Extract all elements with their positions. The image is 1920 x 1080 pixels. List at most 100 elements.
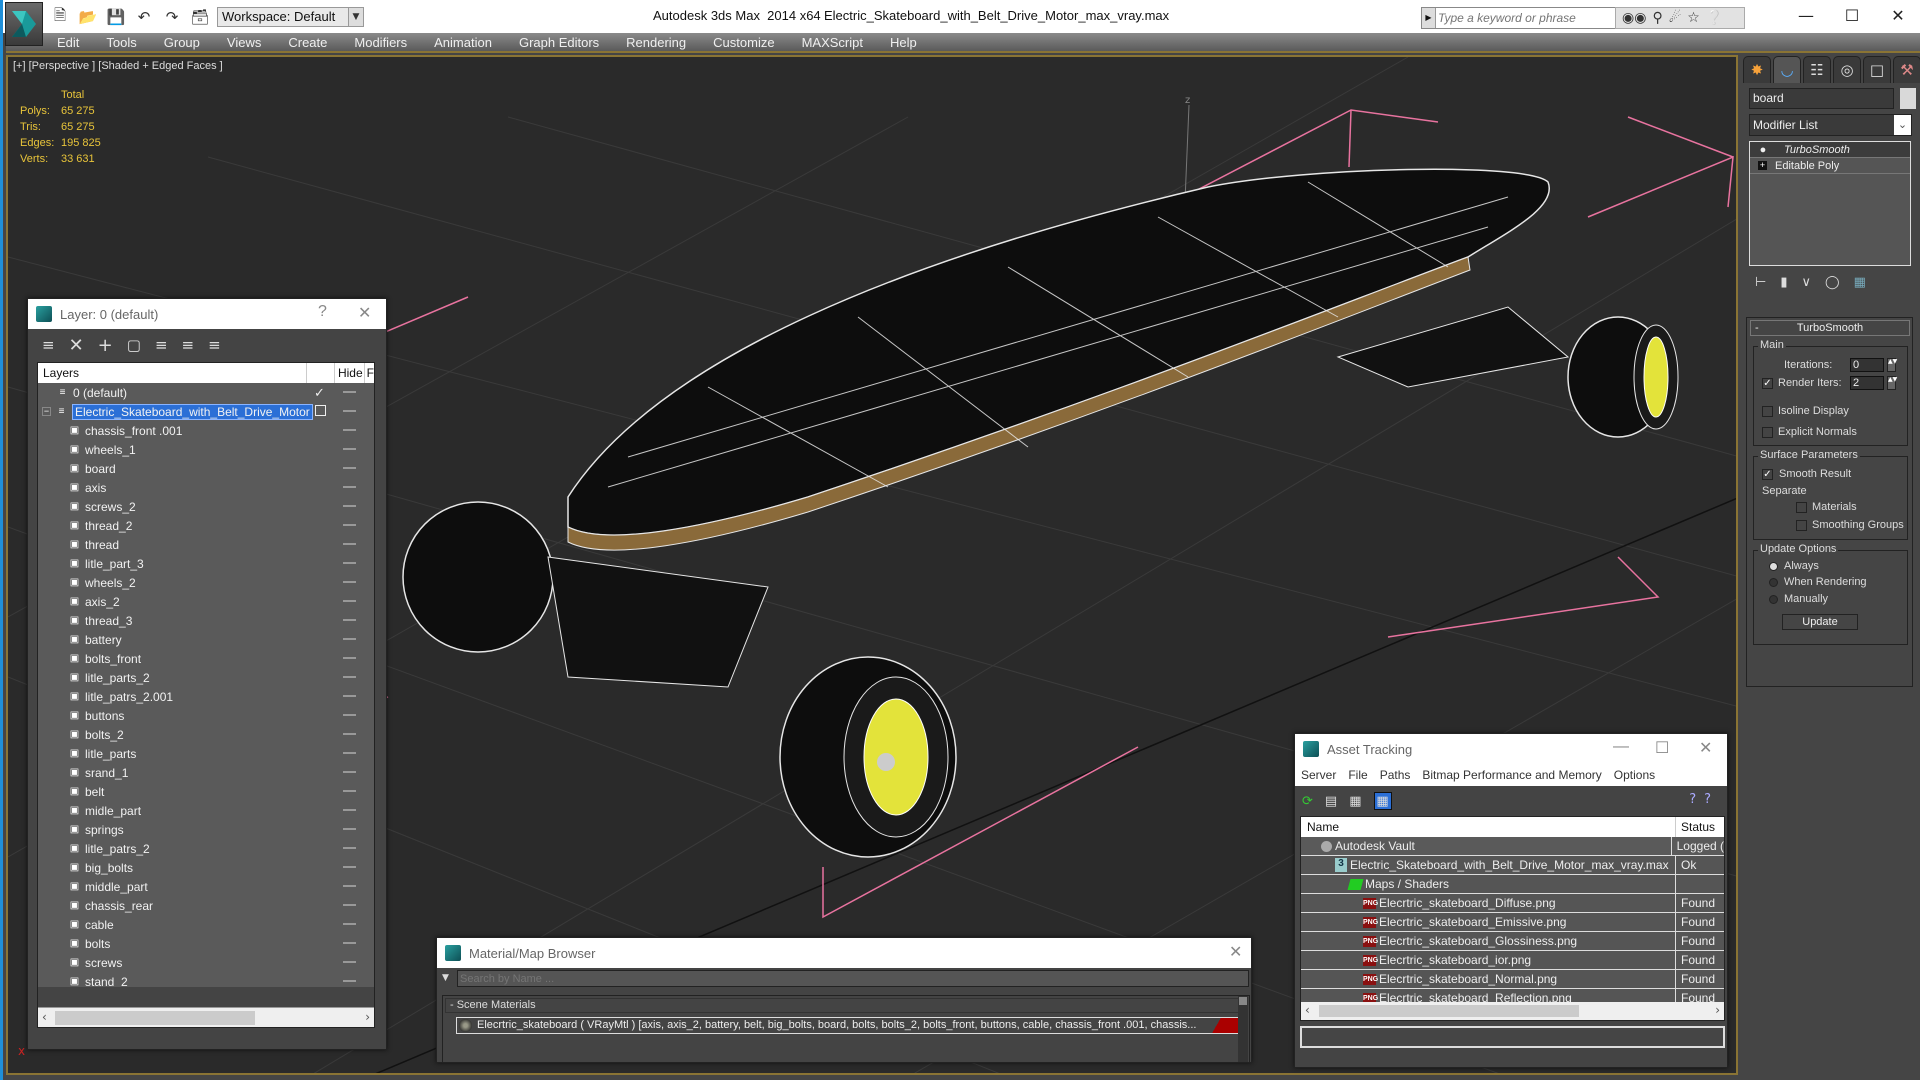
asset-row[interactable]: PNG Elecrtric_skateboard_Diffuse.png Found <box>1301 894 1724 913</box>
layer-object-row[interactable]: ▣ springs <box>38 820 374 839</box>
configure-sets-icon[interactable]: ▦ <box>1854 275 1866 290</box>
maximize-button[interactable]: ☐ <box>1655 738 1669 758</box>
filter-options-icon[interactable]: ▼ <box>442 973 449 983</box>
menu-rendering[interactable]: Rendering <box>626 35 686 50</box>
vertical-scrollbar[interactable] <box>1238 996 1248 1062</box>
menu-animation[interactable]: Animation <box>434 35 492 50</box>
expand-icon[interactable]: + <box>1758 161 1767 170</box>
layer-object-row[interactable]: ▣ litle_patrs_2 <box>38 839 374 858</box>
menu-bitmap-performance[interactable]: Bitmap Performance and Memory <box>1422 768 1601 782</box>
hide-toggle[interactable] <box>343 600 356 602</box>
pin-stack-icon[interactable]: ⊢ <box>1755 275 1766 290</box>
layer-object-row[interactable]: ▣ bolts <box>38 934 374 953</box>
update-always-radio[interactable] <box>1769 562 1778 571</box>
select-objects-icon[interactable]: ▢ <box>127 336 141 354</box>
layer-object-row[interactable]: ▣ bolts_front <box>38 649 374 668</box>
modifier-editable-poly[interactable]: + Editable Poly <box>1750 158 1910 174</box>
update-when-rendering-radio[interactable] <box>1769 578 1778 587</box>
hide-toggle[interactable] <box>343 467 356 469</box>
layer-object-row[interactable]: ▣ litle_part_3 <box>38 554 374 573</box>
layer-object-row[interactable]: ▣ chassis_rear <box>38 896 374 915</box>
hide-toggle[interactable] <box>343 638 356 640</box>
smoothing-groups-checkbox[interactable] <box>1796 520 1807 531</box>
menu-views[interactable]: Views <box>227 35 261 50</box>
layer-row-skateboard[interactable]: − ≡ Electric_Skateboard_with_Belt_Drive_… <box>38 402 374 421</box>
update-manually-radio[interactable] <box>1769 595 1778 604</box>
menu-server[interactable]: Server <box>1301 768 1336 782</box>
layer-object-row[interactable]: ▣ wheels_1 <box>38 440 374 459</box>
current-layer-checkbox[interactable] <box>315 405 326 416</box>
remove-modifier-icon[interactable]: ◯ <box>1825 275 1840 290</box>
render-iters-checkbox[interactable]: ✓ <box>1762 378 1773 389</box>
isoline-display-checkbox[interactable] <box>1762 406 1773 417</box>
lightbulb-icon[interactable]: ● <box>1750 144 1776 156</box>
satellite-icon[interactable]: ☄ <box>1669 10 1682 26</box>
star-icon[interactable]: ☆ <box>1687 10 1700 26</box>
key-icon[interactable]: ⚲ <box>1652 10 1662 26</box>
hide-toggle[interactable] <box>343 448 356 450</box>
hide-toggle[interactable] <box>343 809 356 811</box>
layer-object-row[interactable]: ▣ board <box>38 459 374 478</box>
tab-create[interactable]: ✸ <box>1743 56 1771 83</box>
help-icon[interactable]: ❔ <box>1706 10 1723 26</box>
delete-layer-icon[interactable]: ✕ <box>69 335 84 356</box>
create-layer-icon[interactable]: ≡ <box>42 336 55 354</box>
scroll-left-icon[interactable]: ‹ <box>42 1010 47 1024</box>
workspace-dropdown[interactable]: Workspace: Default ▼ <box>217 7 362 27</box>
render-iters-spinner[interactable]: 2 <box>1850 376 1884 390</box>
hide-toggle[interactable] <box>343 733 356 735</box>
layer-object-row[interactable]: ▣ wheels_2 <box>38 573 374 592</box>
layer-object-row[interactable]: ▣ litle_parts_2 <box>38 668 374 687</box>
hide-toggle[interactable] <box>343 657 356 659</box>
menu-tools[interactable]: Tools <box>106 35 136 50</box>
scroll-right-icon[interactable]: › <box>1715 1003 1720 1017</box>
materials-checkbox[interactable] <box>1796 502 1807 513</box>
hide-toggle[interactable] <box>343 885 356 887</box>
close-button[interactable]: ✕ <box>1875 2 1920 30</box>
collapse-icon[interactable]: − <box>42 407 51 416</box>
layer-object-row[interactable]: ▣ middle_part <box>38 877 374 896</box>
hide-toggle[interactable] <box>343 771 356 773</box>
hide-toggle[interactable] <box>343 391 356 393</box>
hide-toggle[interactable] <box>343 752 356 754</box>
layer-object-row[interactable]: ▣ screws_2 <box>38 497 374 516</box>
modifier-turbosmooth[interactable]: ● TurboSmooth <box>1750 142 1910 158</box>
layer-object-row[interactable]: ▣ battery <box>38 630 374 649</box>
scrollbar-thumb[interactable] <box>1239 997 1247 1005</box>
help-button[interactable]: ? <box>318 303 327 321</box>
column-layers[interactable]: Layers <box>38 363 308 383</box>
column-status[interactable]: Status <box>1676 817 1715 837</box>
asset-row[interactable]: PNG Elecrtric_skateboard_Glossiness.png Fo… <box>1301 932 1724 951</box>
menu-help[interactable]: Help <box>890 35 917 50</box>
hide-toggle[interactable] <box>343 410 356 412</box>
hide-toggle[interactable] <box>343 847 356 849</box>
menu-paths[interactable]: Paths <box>1380 768 1411 782</box>
asset-row[interactable]: Autodesk Vault Logged ( <box>1301 837 1724 856</box>
hide-toggle[interactable] <box>343 581 356 583</box>
object-color-swatch[interactable] <box>1900 88 1916 109</box>
table-view-icon[interactable]: ▦ <box>1373 792 1392 810</box>
scrollbar-thumb[interactable] <box>1319 1005 1579 1017</box>
material-item[interactable]: Elecrtric_skateboard ( VRayMtl ) [axis, … <box>456 1017 1243 1034</box>
new-file-icon[interactable]: 🗎 <box>49 6 71 27</box>
menu-edit[interactable]: Edit <box>57 35 79 50</box>
project-folder-icon[interactable]: 🗃 <box>189 7 211 27</box>
show-end-result-icon[interactable]: ▮ <box>1780 275 1787 290</box>
hide-toggle[interactable] <box>343 695 356 697</box>
layer-object-row[interactable]: ▣ bolts_2 <box>38 725 374 744</box>
hide-toggle[interactable] <box>343 828 356 830</box>
column-freeze[interactable]: F <box>365 363 374 383</box>
iterations-spinner[interactable]: 0 <box>1850 358 1884 372</box>
hide-toggle[interactable] <box>343 505 356 507</box>
column-name[interactable]: Name <box>1301 817 1676 837</box>
layer-object-row[interactable]: ▣ thread_2 <box>38 516 374 535</box>
menu-customize[interactable]: Customize <box>713 35 774 50</box>
menu-file[interactable]: File <box>1348 768 1367 782</box>
hide-toggle[interactable] <box>343 619 356 621</box>
horizontal-scrollbar[interactable]: ‹ › <box>1301 1002 1724 1020</box>
asset-row[interactable]: PNG Elecrtric_skateboard_ior.png Found <box>1301 951 1724 970</box>
layer-object-row[interactable]: ▣ thread <box>38 535 374 554</box>
scene-materials-header[interactable]: - Scene Materials <box>445 998 1240 1013</box>
hide-toggle[interactable] <box>343 980 356 982</box>
hide-toggle[interactable] <box>343 923 356 925</box>
